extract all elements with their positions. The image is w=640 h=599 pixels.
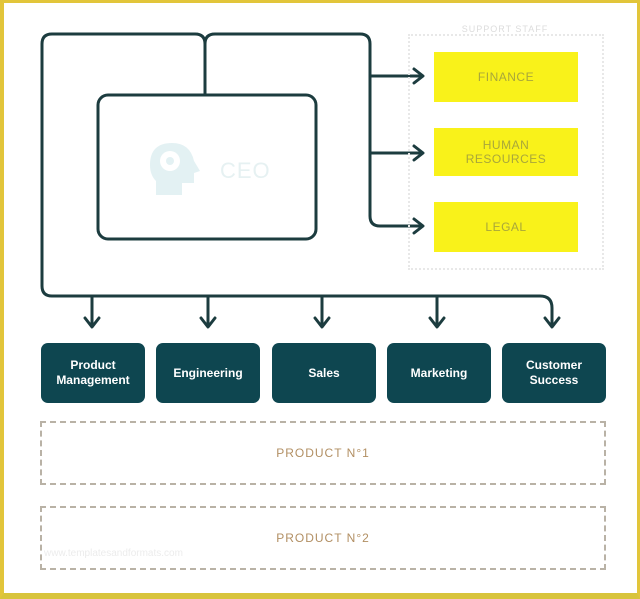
product-lane-1-label: PRODUCT N°1	[276, 446, 370, 460]
staff-unit-finance[interactable]: FINANCE	[434, 52, 578, 102]
product-lane-2-label: PRODUCT N°2	[276, 531, 370, 545]
connector-staff-branch	[203, 32, 424, 228]
product-lane-1: PRODUCT N°1	[40, 421, 606, 485]
product-lane-2: PRODUCT N°2	[40, 506, 606, 570]
department-product-management[interactable]: Product Management	[41, 343, 145, 403]
staff-unit-human-resources[interactable]: HUMAN RESOURCES	[434, 128, 578, 176]
department-customer-success[interactable]: Customer Success	[502, 343, 606, 403]
ceo-box	[96, 93, 318, 241]
department-engineering[interactable]: Engineering	[156, 343, 260, 403]
department-marketing[interactable]: Marketing	[387, 343, 491, 403]
department-sales[interactable]: Sales	[272, 343, 376, 403]
head-gear-icon	[140, 135, 204, 204]
watermark: www.templatesandformats.com	[44, 548, 183, 559]
staff-unit-legal[interactable]: LEGAL	[434, 202, 578, 252]
staff-group-title: SUPPORT STAFF	[455, 24, 555, 34]
ceo-label: CEO	[220, 158, 271, 183]
